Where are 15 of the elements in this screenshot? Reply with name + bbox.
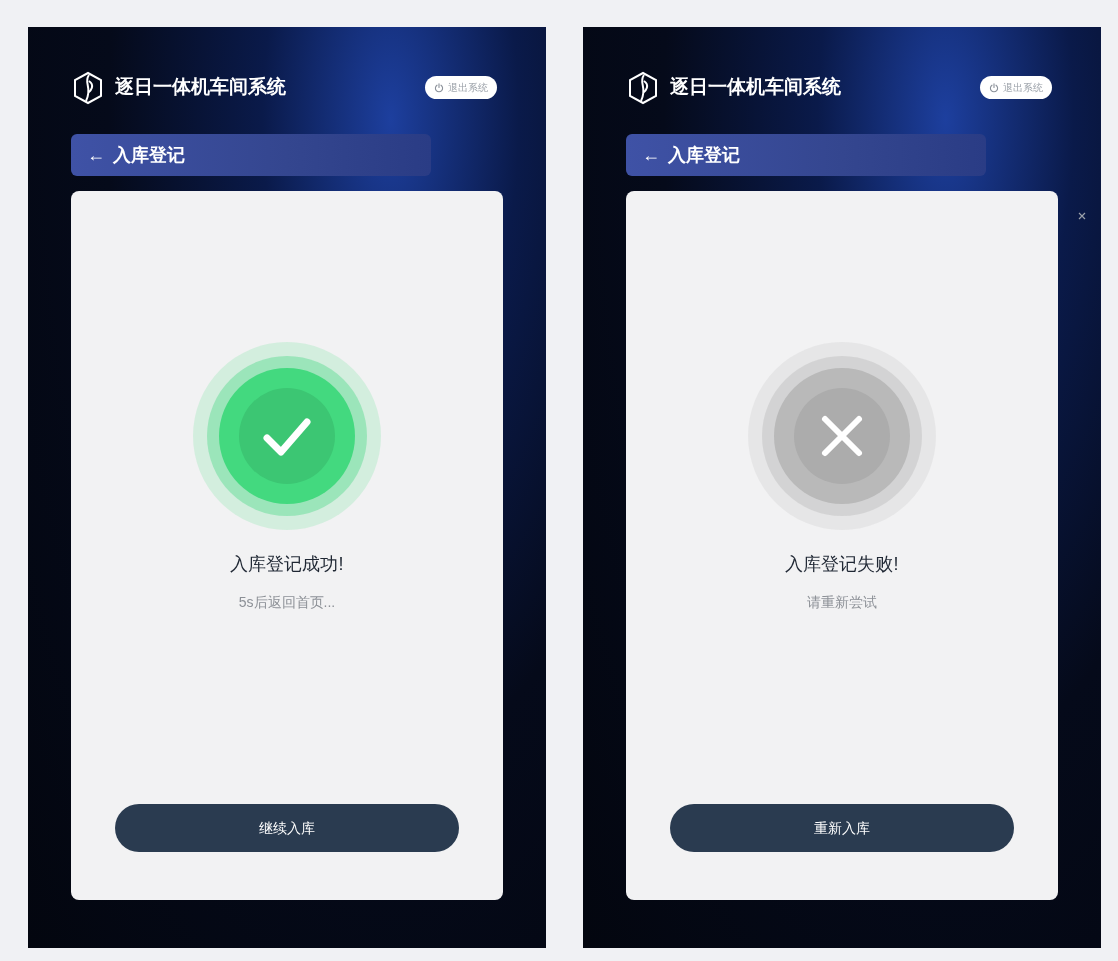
back-bar[interactable]: ← 入库登记 <box>626 134 986 176</box>
result-message: 请重新尝试 <box>807 593 877 612</box>
action-button[interactable]: 继续入库 <box>115 804 459 852</box>
logo-icon <box>628 70 658 105</box>
power-icon <box>434 82 444 93</box>
result-message: 5s后返回首页... <box>238 593 336 612</box>
power-icon <box>989 82 999 93</box>
close-icon[interactable] <box>1078 212 1086 220</box>
result-title: 入库登记成功! <box>230 553 344 576</box>
app-title: 逐日一体机车间系统 <box>670 75 841 100</box>
result-title: 入库登记失败! <box>785 553 899 576</box>
action-button[interactable]: 重新入库 <box>670 804 1014 852</box>
back-bar[interactable]: ← 入库登记 <box>71 134 431 176</box>
app-title: 逐日一体机车间系统 <box>115 75 286 100</box>
logo-icon <box>73 70 103 105</box>
